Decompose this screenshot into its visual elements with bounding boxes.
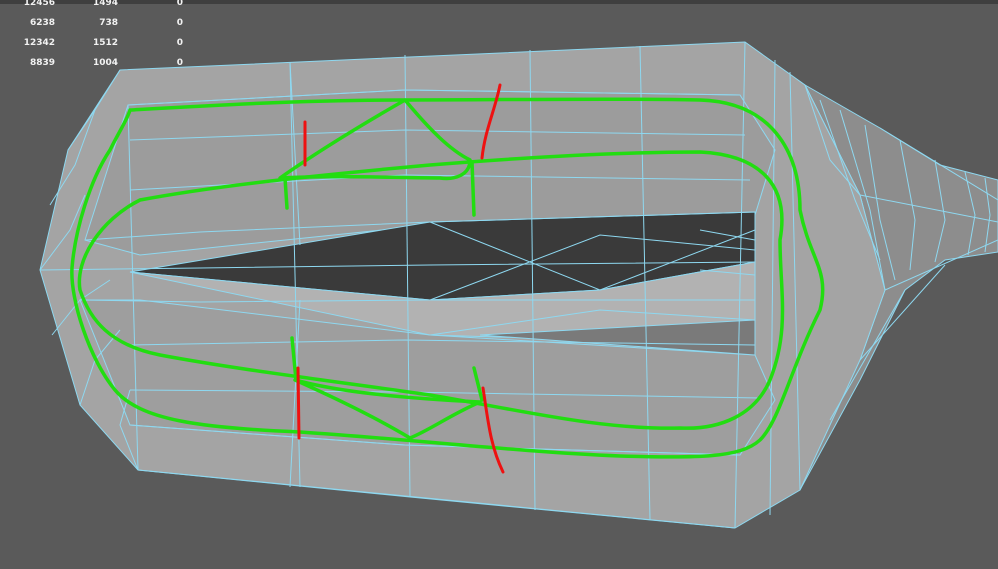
hud-value: 6238: [29, 18, 55, 28]
hud-row: 12456 1494 0: [0, 0, 200, 14]
hud-value: 0: [176, 0, 183, 8]
stats-hud: 12456 1494 0 6238 738 0 12342 1512 0 883…: [0, 0, 200, 74]
hud-row: 6238 738 0: [0, 14, 200, 34]
green-top-stem-left: [283, 176, 289, 210]
hud-value: 12342: [23, 38, 55, 48]
mesh-canvas[interactable]: [0, 0, 998, 569]
hud-value: 12456: [23, 0, 55, 8]
hud-value: 1494: [92, 0, 118, 8]
hud-value: 1004: [92, 58, 118, 68]
hud-value: 0: [176, 58, 183, 68]
green-top-stem-right: [470, 160, 476, 217]
hud-value: 0: [176, 38, 183, 48]
hud-value: 738: [99, 18, 118, 28]
red-mark-bottom-left: [296, 366, 301, 440]
hud-value: 0: [176, 18, 183, 28]
3d-viewport[interactable]: 12456 1494 0 6238 738 0 12342 1512 0 883…: [0, 0, 998, 569]
hud-value: 1512: [92, 38, 118, 48]
hud-row: 12342 1512 0: [0, 34, 200, 54]
hud-row: 8839 1004 0: [0, 54, 200, 74]
hud-value: 8839: [29, 58, 55, 68]
